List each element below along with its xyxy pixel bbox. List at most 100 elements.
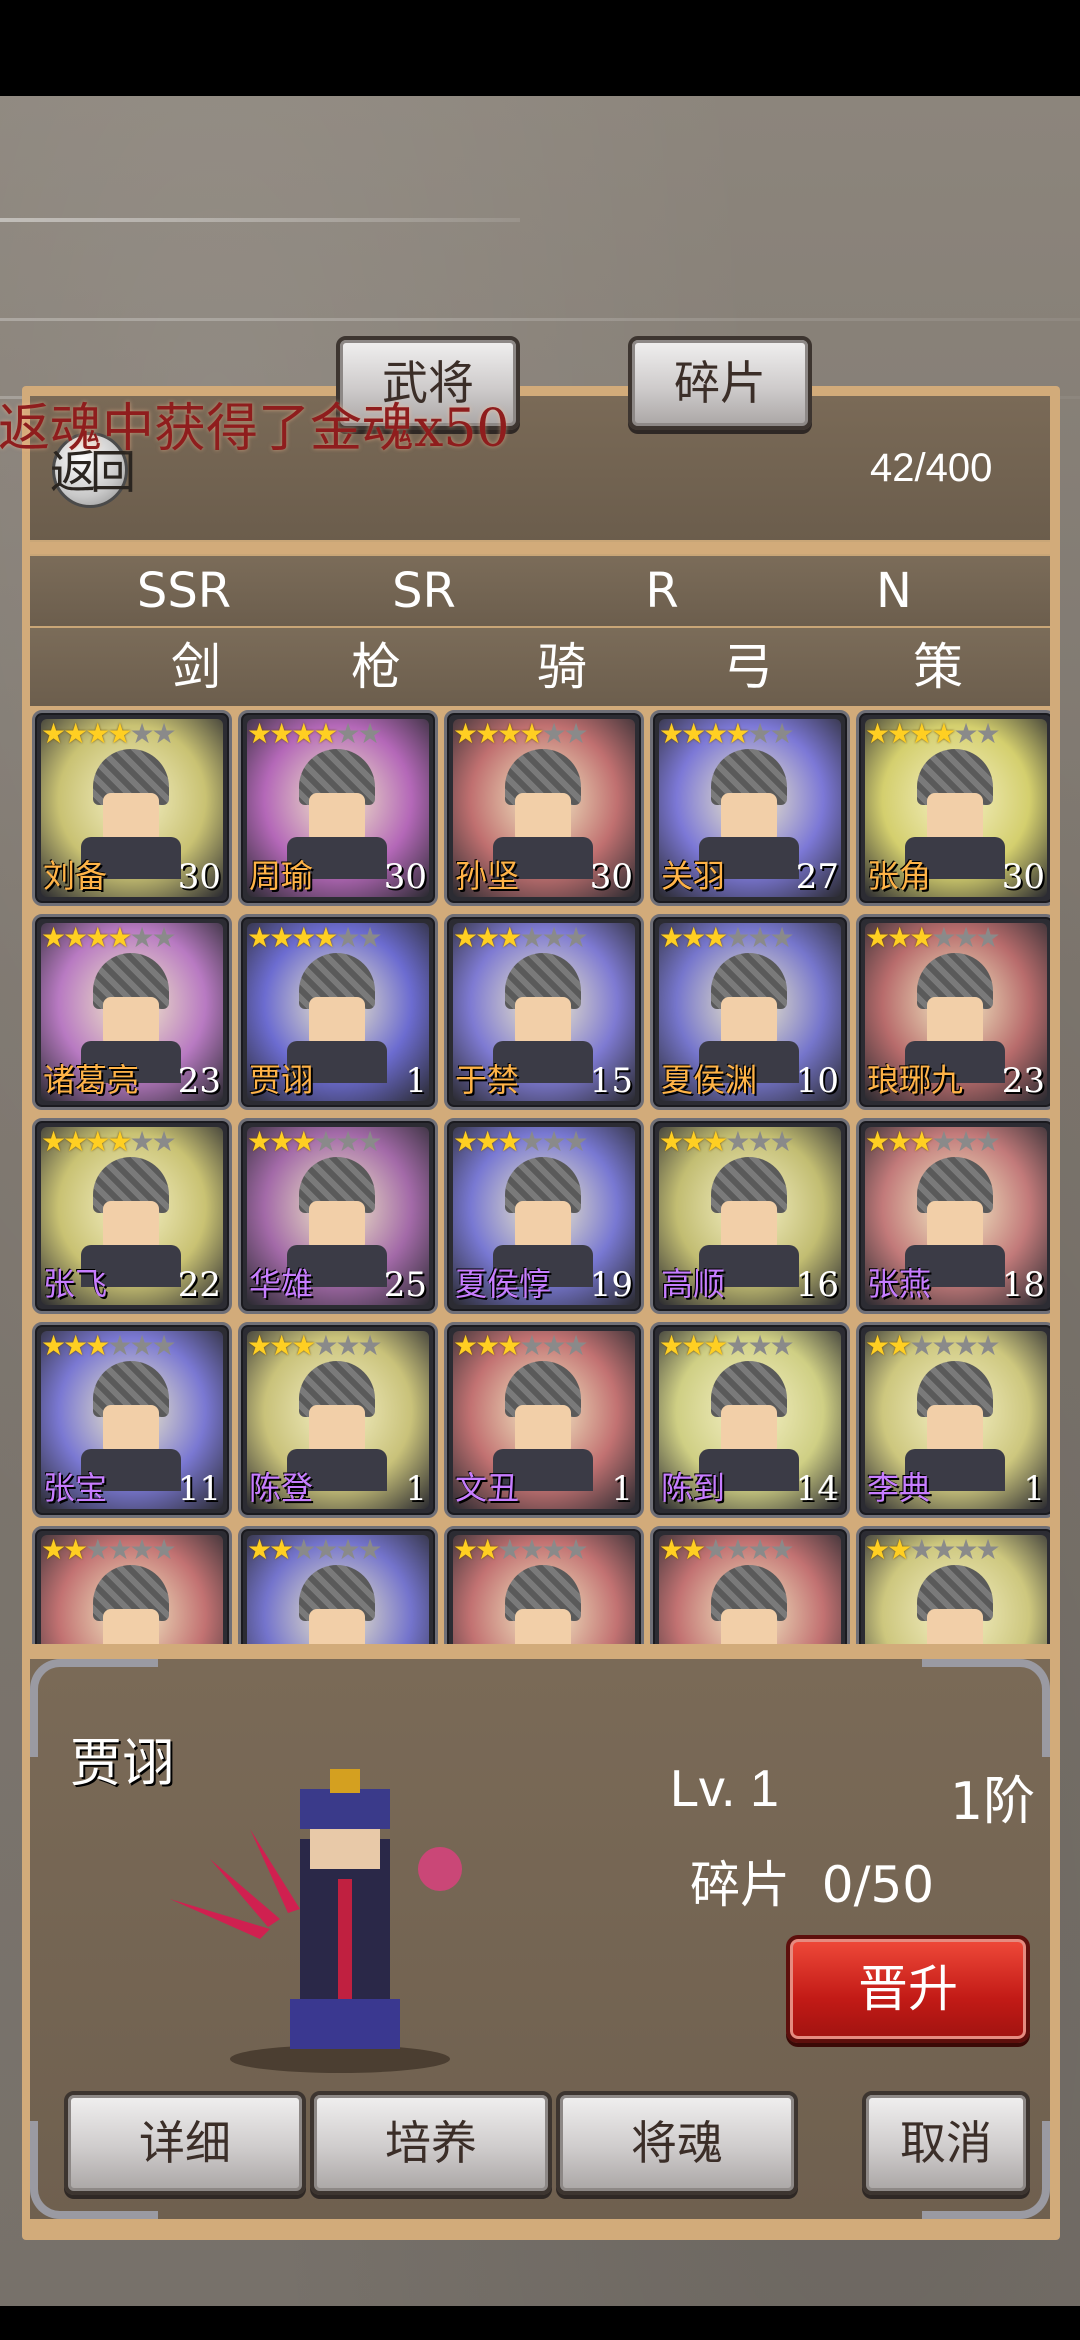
decor-line	[0, 318, 1080, 321]
fragment-count: 30	[177, 857, 221, 897]
general-card[interactable]: ★★★★★★	[238, 1526, 438, 1644]
general-card[interactable]: ★★★★★★ 文丑 1	[444, 1322, 644, 1518]
tab-fragments[interactable]: 碎片	[628, 336, 812, 430]
star-rating: ★★★★★★	[865, 717, 1001, 750]
type-tab-strategy[interactable]: 策	[878, 628, 998, 706]
star-icon: ★	[63, 1329, 88, 1362]
general-card[interactable]: ★★★★★★ 张飞 22	[32, 1118, 232, 1314]
detail-button[interactable]: 详细	[64, 2091, 306, 2195]
general-name: 高顺	[661, 1265, 726, 1303]
star-icon: ★	[269, 1329, 294, 1362]
star-icon: ★	[497, 1329, 522, 1362]
star-icon: ★	[563, 717, 589, 750]
star-rating: ★★★★★★	[41, 1533, 177, 1566]
star-icon: ★	[129, 921, 154, 954]
fragment-count: 1	[1023, 1469, 1045, 1509]
general-card[interactable]: ★★★★★★ 贾诩 1	[238, 914, 438, 1110]
star-icon: ★	[953, 1125, 978, 1158]
type-tab-cavalry[interactable]: 骑	[502, 628, 622, 706]
star-icon: ★	[865, 717, 890, 750]
star-icon: ★	[247, 1125, 272, 1158]
rarity-tab-ssr[interactable]: SSR	[124, 556, 244, 626]
rarity-tab-n[interactable]: N	[834, 556, 954, 626]
fragment-count: 14	[795, 1469, 839, 1509]
star-icon: ★	[541, 717, 566, 750]
type-tab-spear[interactable]: 枪	[316, 628, 436, 706]
general-card[interactable]: ★★★★★★ 张角 30	[856, 710, 1050, 906]
star-icon: ★	[453, 1125, 478, 1158]
general-card[interactable]: ★★★★★★ 周瑜 30	[238, 710, 438, 906]
fragment-count: 1	[405, 1061, 427, 1101]
general-card[interactable]: ★★★★★★ 夏侯惇 19	[444, 1118, 644, 1314]
portrait-face	[515, 997, 571, 1047]
general-card[interactable]: ★★★★★★ 刘备 30	[32, 710, 232, 906]
star-icon: ★	[659, 717, 684, 750]
portrait-face	[721, 997, 777, 1047]
star-icon: ★	[725, 1125, 750, 1158]
game-screen: 返回 武将 碎片 42/400 返魂中获得了金魂x50 SSR SR R N 剑…	[0, 96, 1080, 2306]
general-card[interactable]: ★★★★★★	[650, 1526, 850, 1644]
star-icon: ★	[769, 717, 795, 750]
general-card[interactable]: ★★★★★★ 张宝 11	[32, 1322, 232, 1518]
star-icon: ★	[291, 1533, 316, 1566]
fragment-count: 25	[383, 1265, 427, 1305]
star-icon: ★	[563, 1329, 589, 1362]
star-icon: ★	[335, 1533, 360, 1566]
general-card[interactable]: ★★★★★★ 琅琊九 23	[856, 914, 1050, 1110]
star-icon: ★	[269, 1125, 294, 1158]
general-card[interactable]: ★★★★★★ 关羽 27	[650, 710, 850, 906]
type-tab-sword[interactable]: 剑	[136, 628, 256, 706]
type-tabs: 剑 枪 骑 弓 策	[30, 626, 1050, 706]
type-tab-bow[interactable]: 弓	[688, 628, 808, 706]
rarity-tab-r[interactable]: R	[602, 556, 722, 626]
star-icon: ★	[725, 1533, 750, 1566]
portrait-face	[721, 1201, 777, 1251]
general-name: 张宝	[43, 1469, 108, 1507]
star-icon: ★	[931, 717, 956, 750]
star-icon: ★	[107, 1533, 132, 1566]
star-icon: ★	[541, 1533, 566, 1566]
fragment-count: 22	[177, 1265, 221, 1305]
star-icon: ★	[497, 717, 522, 750]
star-icon: ★	[247, 1329, 272, 1362]
star-icon: ★	[747, 717, 772, 750]
general-card[interactable]: ★★★★★★ 李典 1	[856, 1322, 1050, 1518]
star-icon: ★	[497, 1533, 522, 1566]
soul-button[interactable]: 将魂	[556, 2091, 798, 2195]
general-card[interactable]: ★★★★★★ 于禁 15	[444, 914, 644, 1110]
general-card[interactable]: ★★★★★★ 陈登 1	[238, 1322, 438, 1518]
general-card[interactable]: ★★★★★★	[856, 1526, 1050, 1644]
general-portrait	[689, 1565, 809, 1644]
general-card[interactable]: ★★★★★★	[32, 1526, 232, 1644]
cancel-button[interactable]: 取消	[862, 2091, 1030, 2195]
star-icon: ★	[975, 1125, 1001, 1158]
star-icon: ★	[659, 1329, 684, 1362]
train-button[interactable]: 培养	[310, 2091, 552, 2195]
star-icon: ★	[659, 1533, 684, 1566]
star-icon: ★	[247, 717, 272, 750]
star-icon: ★	[931, 1125, 956, 1158]
star-icon: ★	[313, 1533, 338, 1566]
star-rating: ★★★★★★	[865, 921, 1001, 954]
general-name: 陈登	[249, 1469, 314, 1507]
star-rating: ★★★★★★	[659, 1329, 795, 1362]
fragment-count: 23	[1001, 1061, 1045, 1101]
star-icon: ★	[563, 921, 589, 954]
general-card[interactable]: ★★★★★★ 张燕 18	[856, 1118, 1050, 1314]
soul-label: 将魂	[631, 2116, 723, 2170]
fragment-count: 18	[1001, 1265, 1045, 1305]
general-card[interactable]: ★★★★★★ 孙坚 30	[444, 710, 644, 906]
general-card[interactable]: ★★★★★★ 华雄 25	[238, 1118, 438, 1314]
star-icon: ★	[953, 921, 978, 954]
general-card[interactable]: ★★★★★★ 诸葛亮 23	[32, 914, 232, 1110]
star-icon: ★	[747, 1329, 772, 1362]
general-card[interactable]: ★★★★★★ 夏侯渊 10	[650, 914, 850, 1110]
rarity-tab-sr[interactable]: SR	[364, 556, 484, 626]
star-icon: ★	[931, 1329, 956, 1362]
upgrade-button[interactable]: 晋升	[786, 1935, 1030, 2043]
general-card[interactable]: ★★★★★★ 高顺 16	[650, 1118, 850, 1314]
star-icon: ★	[747, 1533, 772, 1566]
general-card[interactable]: ★★★★★★ 陈到 14	[650, 1322, 850, 1518]
star-icon: ★	[909, 717, 934, 750]
general-card[interactable]: ★★★★★★	[444, 1526, 644, 1644]
